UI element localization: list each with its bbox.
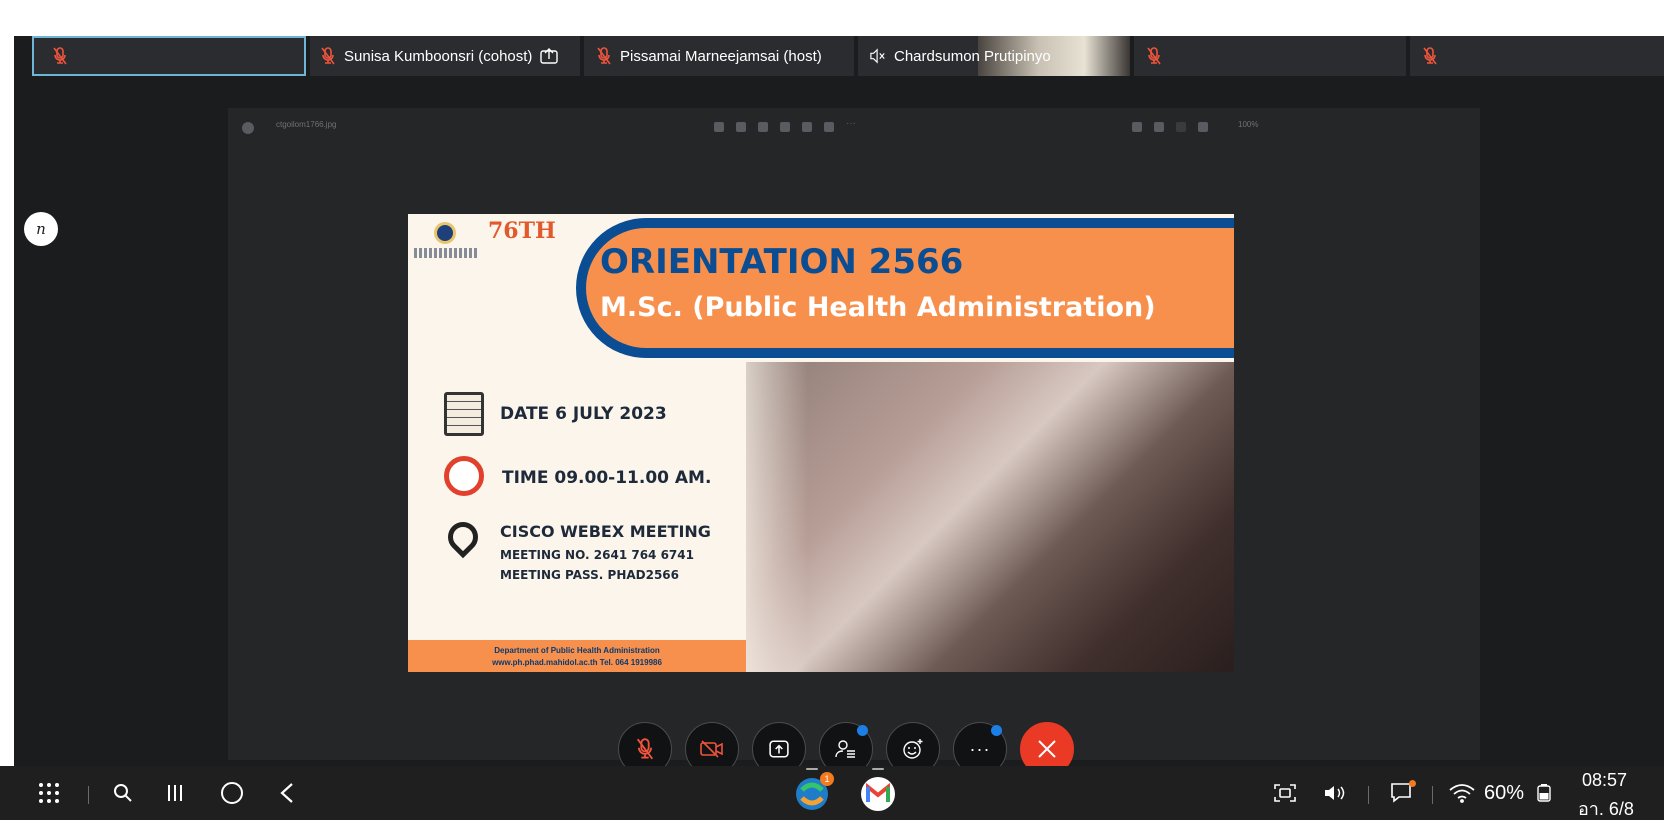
share-screen-icon [540,48,559,64]
poster-footer-line1: Department of Public Health Administrati… [494,646,660,655]
classroom-photo [746,362,1234,672]
university-logo [434,222,456,244]
mic-muted-icon [596,47,612,65]
gmail-app-icon[interactable] [858,768,898,814]
poster-time: TIME 09.00-11.00 AM. [502,468,712,488]
participant-name: Pissamai Marneejamsai (host) [620,47,822,65]
participant-tile[interactable]: Chardsumon Prutipinyo [858,36,1130,76]
participants-button[interactable] [819,722,873,766]
home-icon[interactable] [218,779,246,807]
delete-icon[interactable] [758,122,768,132]
notification-badge: 1 [820,772,834,786]
mic-muted-icon [1422,47,1438,65]
poster-title: ORIENTATION 2566 [600,242,964,282]
viewer-file-name: ctgoilom1766.jpg [276,120,337,129]
app-icon [242,122,254,134]
zoom-out-icon[interactable] [1176,122,1186,132]
speaker-muted-icon [870,47,886,65]
mic-muted-icon [1146,47,1162,65]
favorite-icon[interactable] [780,122,790,132]
divider [88,786,89,804]
rotate-icon[interactable] [736,122,746,132]
mic-muted-icon [320,47,336,65]
notification-dot [1409,780,1416,787]
expand-icon[interactable] [1132,122,1142,132]
participant-name: Chardsumon Prutipinyo [894,47,1051,65]
notification-dot [991,725,1002,736]
photo-fade [718,362,808,672]
title-banner [576,218,1234,358]
close-icon [1038,740,1056,758]
poster-subtitle: M.Sc. (Public Health Administration) [600,292,1156,323]
participant-tile[interactable]: Sunisa Kumboonsri (cohost) [310,36,580,76]
annotate-icon: n [36,220,46,238]
more-icon: ··· [969,738,991,759]
recent-apps-icon[interactable] [162,780,188,806]
screenshot-icon[interactable] [1272,781,1298,805]
annotate-button[interactable]: n [24,212,58,246]
mic-muted-icon [52,47,68,65]
notifications-icon[interactable] [1388,780,1416,806]
print-icon[interactable] [824,122,834,132]
poster-date: DATE 6 JULY 2023 [500,404,667,424]
poster-footer-line2: www.ph.phad.mahidol.ac.th Tel. 064 19199… [492,658,662,667]
battery-icon [1536,784,1552,802]
more-icon[interactable]: ··· [846,118,856,129]
clock-date: อา. 6/8 [1578,799,1634,819]
info-icon[interactable] [802,122,812,132]
webex-app-icon[interactable]: 1 [792,768,834,814]
running-indicator [806,768,818,770]
zoom-level: 100% [1238,120,1259,129]
back-icon[interactable] [274,780,300,806]
mic-muted-icon [636,738,654,760]
university-name-logo [414,248,478,258]
location-pin-icon [441,515,485,559]
calendar-icon [444,392,484,436]
taskbar: 1 60% 08:57 อา. 6/8 [0,766,1664,820]
fit-icon[interactable] [1154,122,1164,132]
poster-footer: Department of Public Health Administrati… [408,640,746,672]
poster-meeting-no: MEETING NO. 2641 764 6741 [500,548,694,562]
anniversary-logo: 76TH [488,218,556,244]
poster-meeting-pass: MEETING PASS. PHAD2566 [500,568,680,582]
participant-tile[interactable]: Pissamai Marneejamsai (host) [584,36,854,76]
video-off-icon [700,740,723,758]
participant-tile[interactable] [32,36,306,76]
poster-meeting: CISCO WEBEX MEETING [500,522,711,541]
notification-dot [857,725,868,736]
volume-icon[interactable] [1322,781,1348,805]
clock-icon [444,456,484,496]
more-options-button[interactable]: ··· [953,722,1007,766]
edit-icon[interactable] [714,122,724,132]
webex-meeting-window: Sunisa Kumboonsri (cohost) Pissamai Marn… [14,36,1664,766]
zoom-in-icon[interactable] [1198,122,1208,132]
share-icon [769,740,789,758]
participant-tile[interactable] [1134,36,1406,76]
search-icon[interactable] [110,780,136,806]
running-indicator [872,768,884,770]
emoji-icon [903,739,923,759]
participants-icon [835,740,855,758]
clock-time: 08:57 [1582,770,1628,790]
apps-grid-icon[interactable] [36,780,62,806]
participant-tile[interactable] [1410,36,1664,76]
participant-name: Sunisa Kumboonsri (cohost) [344,47,533,65]
battery-percent: 60% [1484,782,1525,804]
divider [1432,786,1433,804]
divider [1368,786,1369,804]
screen: Sunisa Kumboonsri (cohost) Pissamai Marn… [0,0,1664,820]
orientation-poster: 76TH ORIENTATION 2566 M.Sc. (Public Heal… [408,214,1234,672]
wifi-icon[interactable] [1448,780,1476,806]
